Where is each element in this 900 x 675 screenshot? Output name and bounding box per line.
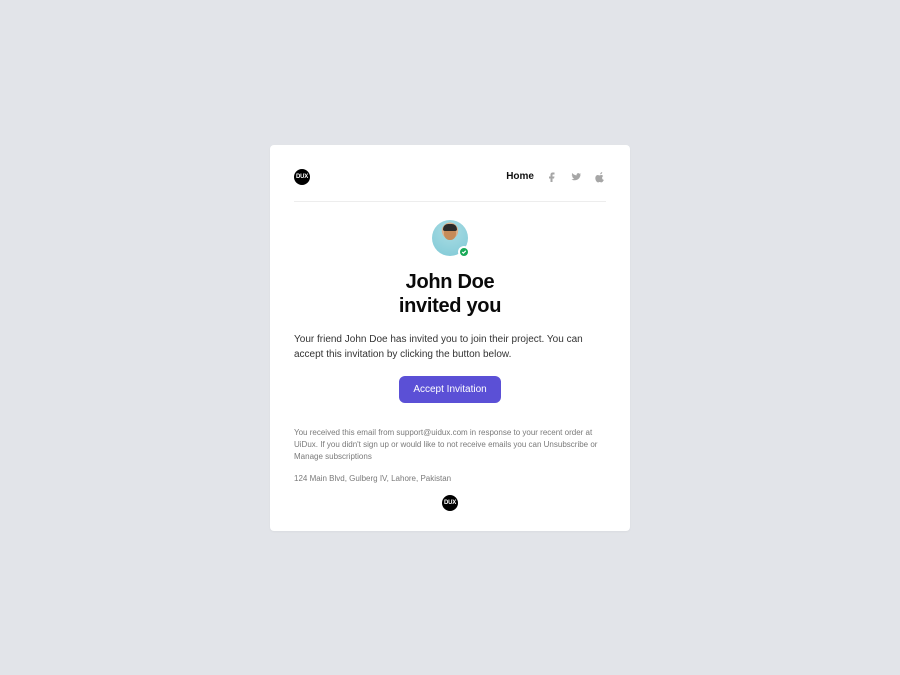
avatar [432, 220, 468, 256]
footer-disclaimer: You received this email from support@uid… [294, 427, 606, 463]
footer-brand-logo-text: DUX [444, 500, 456, 506]
accept-invitation-button[interactable]: Accept Invitation [399, 376, 500, 403]
header: DUX Home [294, 169, 606, 202]
verified-badge [458, 246, 470, 258]
apple-icon[interactable] [594, 171, 606, 183]
brand-logo: DUX [294, 169, 310, 185]
invitation-title: John Doe invited you [294, 270, 606, 318]
check-icon [461, 249, 467, 255]
title-line-1: John Doe [294, 270, 606, 294]
title-line-2: invited you [294, 294, 606, 318]
twitter-icon[interactable] [570, 171, 582, 183]
brand-logo-text: DUX [296, 174, 308, 180]
cta-container: Accept Invitation [294, 376, 606, 403]
email-card: DUX Home John Doe invited you Your frien… [270, 145, 630, 531]
invitation-description: Your friend John Doe has invited you to … [294, 332, 606, 362]
avatar-container [294, 220, 606, 256]
footer-brand-logo: DUX [442, 495, 458, 511]
footer-logo-container: DUX [294, 495, 606, 511]
nav: Home [506, 171, 606, 183]
body: John Doe invited you Your friend John Do… [294, 202, 606, 511]
facebook-icon[interactable] [546, 171, 558, 183]
nav-home-link[interactable]: Home [506, 171, 534, 182]
footer-address: 124 Main Blvd, Gulberg IV, Lahore, Pakis… [294, 473, 606, 485]
